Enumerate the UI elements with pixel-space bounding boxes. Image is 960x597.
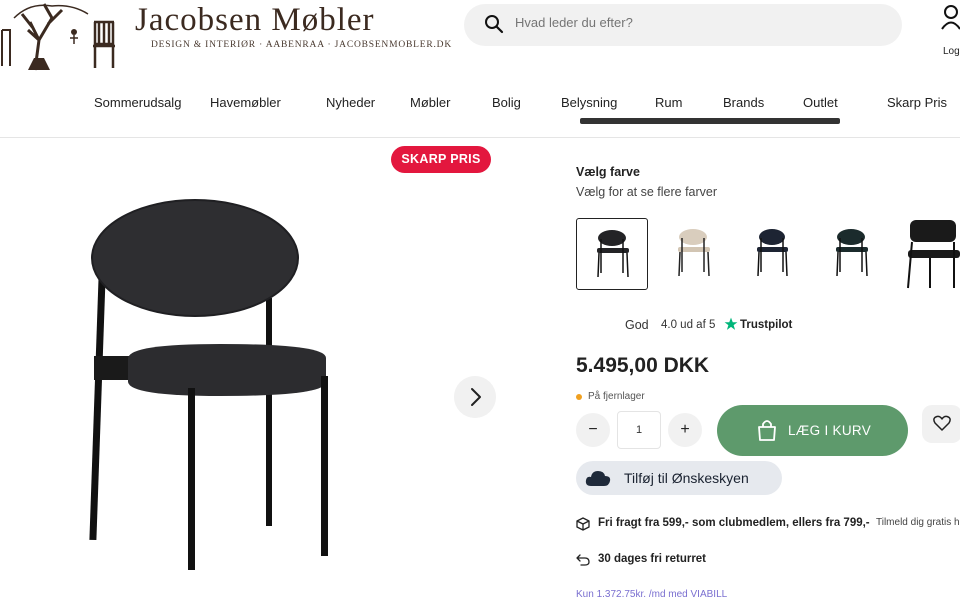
search-input[interactable] <box>515 15 875 30</box>
swatch-black-wide[interactable] <box>898 218 960 290</box>
main-nav: Sommerudsalg Havemøbler Nyheder Møbler B… <box>0 95 960 115</box>
swatch-black[interactable] <box>576 218 648 290</box>
nav-item-outlet[interactable]: Outlet <box>803 95 838 110</box>
add-to-cart-button[interactable]: LÆG I KURV <box>717 405 908 456</box>
wish-cloud-button[interactable]: Tilføj til Ønskeskyen <box>576 461 782 495</box>
stock-status-dot <box>576 394 582 400</box>
nav-item-bolig[interactable]: Bolig <box>492 95 521 110</box>
rating-word: God <box>625 318 649 332</box>
nav-item-belysning[interactable]: Belysning <box>561 95 617 110</box>
logo-title[interactable]: Jacobsen Møbler <box>135 2 375 39</box>
swatch-dark-green[interactable] <box>815 218 887 290</box>
logo-subtitle: DESIGN & INTERIØR · AABENRAA · JACOBSENM… <box>151 40 452 50</box>
financing-note[interactable]: Kun 1.372,75kr. /md med VIABILL <box>576 589 727 597</box>
user-icon[interactable] <box>940 4 960 30</box>
cloud-icon <box>585 471 611 486</box>
return-arrow-icon <box>576 554 590 566</box>
price: 5.495,00 DKK <box>576 354 710 377</box>
add-to-cart-label: LÆG I KURV <box>788 423 872 438</box>
qty-plus-button[interactable]: + <box>668 413 702 447</box>
nav-item-brands[interactable]: Brands <box>723 95 764 110</box>
login-label[interactable]: Logi <box>943 46 960 57</box>
next-image-button[interactable] <box>454 376 496 418</box>
heart-icon <box>933 415 951 431</box>
tree-logo-icon[interactable] <box>0 0 130 72</box>
nav-item-nyheder[interactable]: Nyheder <box>326 95 375 110</box>
sale-badge: SKARP PRIS <box>391 146 491 173</box>
nav-item-mobler[interactable]: Møbler <box>410 95 450 110</box>
rating-score: 4.0 ud af 5 <box>661 319 716 331</box>
trustpilot-label[interactable]: Trustpilot <box>740 319 792 331</box>
qty-minus-button[interactable]: − <box>576 413 610 447</box>
bag-icon <box>758 420 776 441</box>
box-icon <box>576 517 590 531</box>
search-icon[interactable] <box>484 14 504 34</box>
wish-cloud-label: Tilføj til Ønskeskyen <box>624 470 749 486</box>
product-image[interactable] <box>80 198 336 576</box>
color-title: Vælg farve <box>576 165 640 179</box>
nav-item-havemobler[interactable]: Havemøbler <box>210 95 281 110</box>
wishlist-button[interactable] <box>922 405 960 443</box>
signup-link[interactable]: Tilmeld dig gratis h <box>876 517 960 528</box>
color-subtitle: Vælg for at se flere farver <box>576 185 718 199</box>
nav-item-skarp-pris[interactable]: Skarp Pris <box>887 95 947 110</box>
qty-input[interactable] <box>617 411 661 449</box>
nav-item-rum[interactable]: Rum <box>655 95 682 110</box>
trustpilot-star-icon <box>724 317 738 330</box>
stock-status: På fjernlager <box>588 391 645 402</box>
swatch-beige[interactable] <box>657 218 729 290</box>
swatch-navy[interactable] <box>736 218 808 290</box>
nav-item-sommerudsalg[interactable]: Sommerudsalg <box>94 95 181 110</box>
product-title-cut <box>580 118 840 124</box>
